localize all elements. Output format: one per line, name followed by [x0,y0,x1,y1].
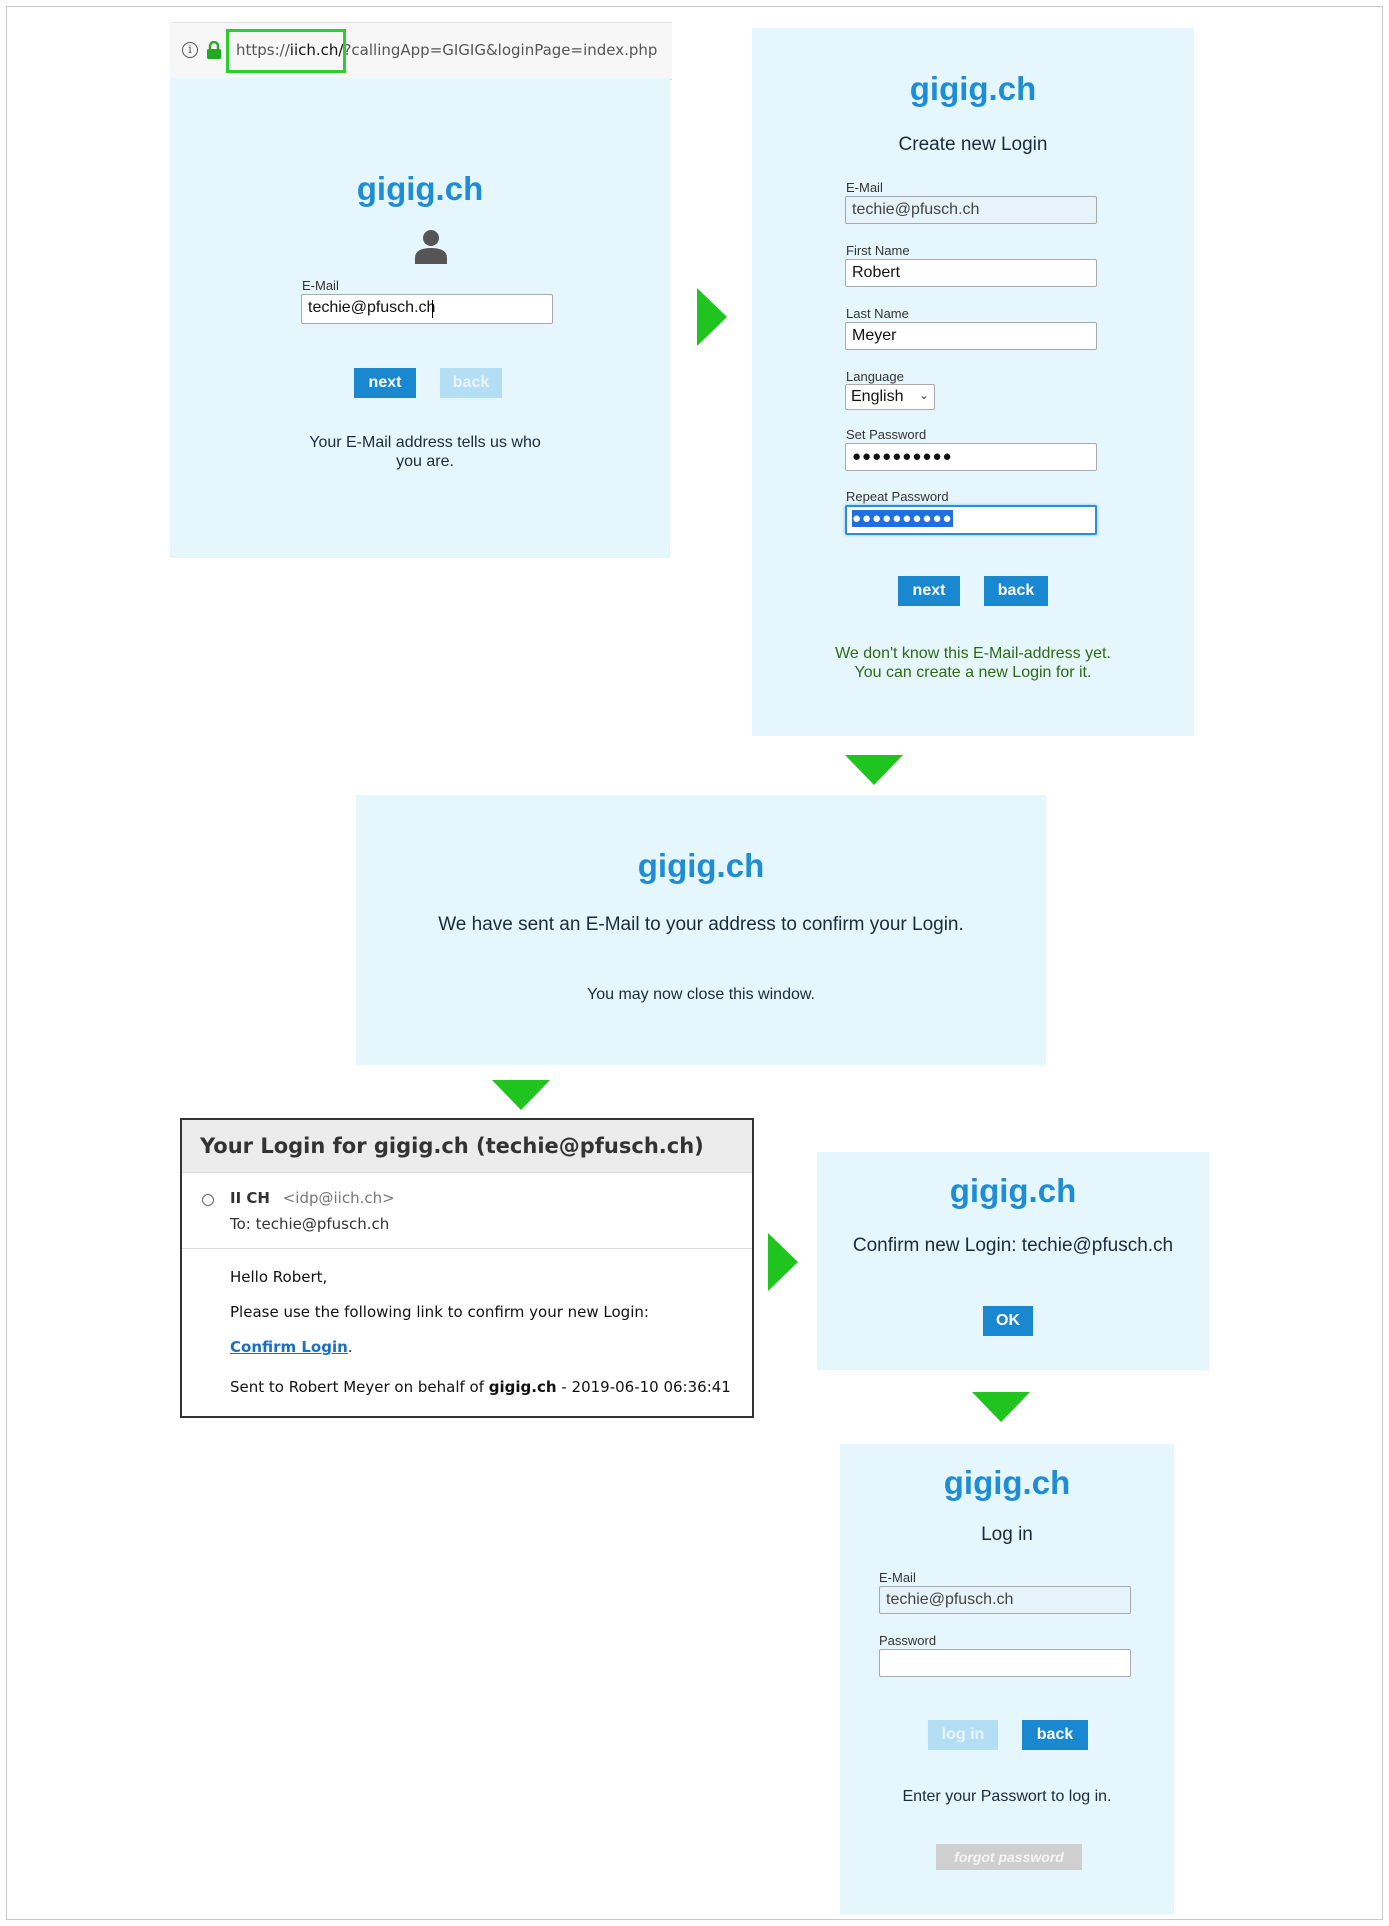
footer-brand: gigig.ch [488,1378,557,1396]
next-button[interactable]: next [898,576,960,606]
next-button[interactable]: next [354,368,416,398]
info-icon[interactable]: i [182,42,198,58]
back-button[interactable]: back [1022,1720,1088,1750]
flow-arrow-down-1 [845,755,903,785]
lock-icon [206,40,222,59]
page-title: Create new Login [898,134,1048,155]
domain-highlight-box [226,29,346,73]
brand-title: gigig.ch [637,847,765,884]
email-label: E-Mail [302,278,339,293]
email-instruction: Please use the following link to confirm… [230,1303,649,1321]
language-value: English [851,388,904,405]
sender-name: II CH [230,1189,270,1207]
brand-title: gigig.ch [949,1172,1077,1209]
confirm-message: Confirm new Login: techie@pfusch.ch [852,1235,1174,1256]
email-input[interactable]: techie@pfusch.ch [301,294,553,324]
info-message-line1: We don't know this E-Mail-address yet. [835,645,1111,662]
selected-password-text: ●●●●●●●●●● [852,510,953,527]
url-rest: ?callingApp=GIGIG&loginPage=index.php [343,41,658,59]
brand-title: gigig.ch [356,170,484,207]
back-button[interactable]: back [440,368,502,398]
first-name-label: First Name [846,243,910,258]
email-subject-bar: Your Login for gigig.ch (techie@pfusch.c… [182,1120,752,1173]
step1-panel: gigig.ch E-Mail techie@pfusch.ch next ba… [170,78,670,558]
info-message-line2: You can create a new Login for it. [854,664,1092,681]
link-suffix: . [347,1338,353,1356]
back-button[interactable]: back [984,576,1048,606]
text-cursor [432,300,433,318]
flow-arrow-right-1 [697,288,727,346]
confirmation-message: We have sent an E-Mail to your address t… [438,914,964,935]
brand-title: gigig.ch [943,1464,1071,1501]
step5-panel: gigig.ch Log in E-Mail techie@pfusch.ch … [840,1444,1174,1914]
language-select[interactable]: English ⌄ [845,384,935,410]
email-link-row: Confirm Login. [230,1338,353,1356]
step4-panel: gigig.ch Confirm new Login: techie@pfusc… [817,1152,1209,1370]
flow-arrow-right-2 [768,1233,798,1291]
first-name-field[interactable]: Robert [845,259,1097,287]
flow-arrow-down-2 [492,1080,550,1110]
email-label: E-Mail [879,1570,916,1585]
unread-circle-icon[interactable] [202,1194,214,1206]
brand-title: gigig.ch [909,70,1037,107]
language-label: Language [846,369,904,384]
email-message: Your Login for gigig.ch (techie@pfusch.c… [180,1118,754,1418]
last-name-label: Last Name [846,306,909,321]
password-label: Password [879,1633,937,1648]
flow-arrow-down-3 [972,1392,1030,1422]
email-label: E-Mail [846,180,883,195]
step3-panel: gigig.ch We have sent an E-Mail to your … [356,795,1046,1065]
chevron-down-icon: ⌄ [918,388,929,402]
footer-prefix: Sent to Robert Meyer on behalf of [230,1378,485,1396]
sender-address: <idp@iich.ch> [282,1189,395,1207]
email-recipient: To: techie@pfusch.ch [230,1215,390,1233]
set-password-label: Set Password [846,427,927,442]
email-subject: Your Login for gigig.ch (techie@pfusch.c… [200,1134,704,1158]
close-window-message: You may now close this window. [587,986,815,1003]
info-message: Your E-Mail address tells us who you are… [309,434,541,470]
last-name-field[interactable]: Meyer [845,322,1097,350]
user-icon [413,228,449,264]
set-password-field[interactable]: ●●●●●●●●●● [845,443,1097,471]
email-footer: Sent to Robert Meyer on behalf of gigig.… [230,1378,731,1396]
ok-button[interactable]: OK [983,1306,1033,1336]
repeat-password-label: Repeat Password [846,489,949,504]
email-field[interactable]: techie@pfusch.ch [845,196,1097,224]
step2-panel: gigig.ch Create new Login E-Mail techie@… [752,28,1194,736]
footer-suffix: - 2019-06-10 06:36:41 [561,1378,731,1396]
password-field[interactable] [879,1649,1131,1677]
email-field[interactable]: techie@pfusch.ch [879,1586,1131,1614]
repeat-password-field[interactable]: ●●●●●●●●●● [845,505,1097,535]
email-divider [182,1248,752,1249]
forgot-password-button[interactable]: forgot password [936,1844,1082,1870]
email-greeting: Hello Robert, [230,1268,328,1286]
info-message: Enter your Passwort to log in. [902,1788,1112,1805]
confirm-login-link[interactable]: Confirm Login [230,1338,348,1356]
login-button[interactable]: log in [928,1720,998,1750]
page-title: Log in [981,1524,1033,1545]
email-sender: II CH <idp@iich.ch> [230,1189,395,1207]
